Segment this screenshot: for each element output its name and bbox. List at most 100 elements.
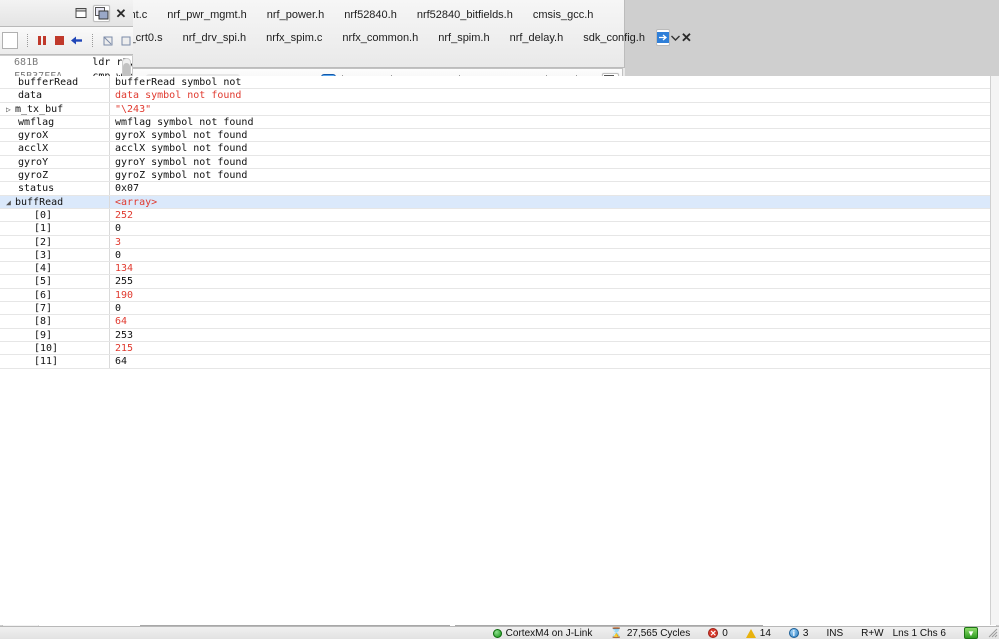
watch-value[interactable]: "\243": [110, 103, 990, 115]
watch-row[interactable]: [5] 255: [0, 275, 990, 289]
watch-value[interactable]: 0: [110, 249, 990, 261]
watch-expression[interactable]: [9]: [0, 328, 110, 341]
watch-expression[interactable]: gyroX: [0, 129, 110, 142]
watch-row[interactable]: wmflag wmflag symbol not found: [0, 115, 990, 130]
tab-nrfx-spim-c[interactable]: nrfx_spim.c: [257, 30, 331, 46]
divider: [26, 34, 28, 47]
watch-value[interactable]: bufferRead symbol not: [110, 76, 990, 88]
watch-row[interactable]: ▷ m_tx_buf "\243": [0, 102, 990, 116]
watch-value[interactable]: 253: [110, 329, 990, 341]
watch-expression[interactable]: [8]: [0, 315, 110, 328]
watch-row[interactable]: gyroY gyroY symbol not found: [0, 155, 990, 170]
watch-row[interactable]: [6] 190: [0, 288, 990, 303]
scroll-down-button[interactable]: ▼: [955, 627, 987, 639]
pause-icon[interactable]: [37, 32, 49, 49]
watch-value[interactable]: <array>: [110, 196, 990, 208]
watch-row[interactable]: [9] 253: [0, 328, 990, 342]
watch-row[interactable]: acclX acclX symbol not found: [0, 142, 990, 156]
stop-icon[interactable]: [53, 32, 65, 49]
watch-expression[interactable]: [0]: [0, 208, 110, 222]
watch-row[interactable]: ◢ buffRead <array>: [0, 195, 990, 209]
tab-nrf52840-bitfields-h[interactable]: nrf52840_bitfields.h: [408, 7, 522, 23]
watch-expression-label: data: [18, 90, 43, 102]
watch-expression[interactable]: [4]: [0, 262, 110, 275]
watch-value[interactable]: gyroX symbol not found: [110, 129, 990, 141]
watch-value[interactable]: 215: [110, 342, 990, 354]
watch-expression[interactable]: ▷ m_tx_buf: [0, 102, 110, 115]
tab-nrf52840-h[interactable]: nrf52840.h: [335, 7, 406, 23]
watch-expression[interactable]: [11]: [0, 355, 110, 368]
watch-row[interactable]: [7] 0: [0, 302, 990, 316]
watch-value[interactable]: gyroY symbol not found: [110, 156, 990, 168]
watch-expression[interactable]: [10]: [0, 341, 110, 355]
tab-nrf-delay-h[interactable]: nrf_delay.h: [501, 30, 573, 46]
watch-expression[interactable]: gyroY: [0, 155, 110, 169]
tab-nrf-power-h[interactable]: nrf_power.h: [258, 7, 333, 23]
resize-grip[interactable]: [987, 627, 999, 639]
watch-row[interactable]: [1] 0: [0, 222, 990, 236]
disassembly-combo[interactable]: [2, 32, 18, 49]
watch-row[interactable]: bufferRead bufferRead symbol not: [0, 76, 990, 90]
watch-expression[interactable]: ◢ buffRead: [0, 195, 110, 208]
watch-row[interactable]: [3] 0: [0, 248, 990, 263]
watch-vertical-scrollbar[interactable]: [990, 76, 999, 625]
watch-expression[interactable]: [5]: [0, 275, 110, 288]
watch-expression[interactable]: [7]: [0, 302, 110, 315]
watch-value[interactable]: 0: [110, 302, 990, 314]
watch-row[interactable]: status 0x07: [0, 182, 990, 196]
watch-row[interactable]: [11] 64: [0, 355, 990, 369]
watch-expression[interactable]: [2]: [0, 235, 110, 248]
watch-value[interactable]: gyroZ symbol not found: [110, 169, 990, 181]
watch-value[interactable]: 0x07: [110, 182, 990, 194]
tab-nrf-spim-h[interactable]: nrf_spim.h: [429, 30, 498, 46]
watch-row[interactable]: [10] 215: [0, 341, 990, 356]
restore-window-icon[interactable]: [73, 5, 90, 22]
watch-row[interactable]: [2] 3: [0, 235, 990, 249]
disassembly-icon[interactable]: [93, 4, 110, 22]
close-tab-icon[interactable]: ✕: [681, 30, 692, 46]
warnings-status[interactable]: 14: [737, 628, 780, 639]
watch-expression[interactable]: wmflag: [0, 115, 110, 129]
watch-value[interactable]: 252: [110, 209, 990, 221]
watch-rows[interactable]: bufferRead bufferRead symbol not data data…: [0, 76, 990, 625]
tab-nrf-pwr-mgmt-h[interactable]: nrf_pwr_mgmt.h: [158, 7, 255, 23]
watch-expression[interactable]: [1]: [0, 222, 110, 235]
watch-value[interactable]: 64: [110, 355, 990, 367]
watch-row[interactable]: data data symbol not found: [0, 89, 990, 103]
watch-expression[interactable]: [3]: [0, 248, 110, 262]
errors-status[interactable]: ✕ 0: [699, 628, 737, 639]
tab-cmsis-gcc-h[interactable]: cmsis_gcc.h: [524, 7, 603, 23]
watch-expression[interactable]: gyroZ: [0, 169, 110, 182]
watch-value[interactable]: acclX symbol not found: [110, 142, 990, 154]
tab-overflow-icon[interactable]: [655, 29, 670, 46]
watch-value[interactable]: 3: [110, 236, 990, 248]
watch-value[interactable]: wmflag symbol not found: [110, 116, 990, 128]
watch-expression[interactable]: data: [0, 89, 110, 102]
reset-icon[interactable]: [70, 32, 83, 49]
collapse-triangle-icon[interactable]: ◢: [6, 196, 15, 208]
watch-value[interactable]: 255: [110, 275, 990, 287]
watch-row[interactable]: [0] 252: [0, 208, 990, 223]
watch-value[interactable]: 190: [110, 289, 990, 301]
tab-sdk-config-h[interactable]: sdk_config.h: [574, 30, 654, 46]
watch-expression[interactable]: status: [0, 182, 110, 195]
watch-expression[interactable]: acclX: [0, 142, 110, 155]
expand-triangle-icon[interactable]: ▷: [6, 103, 15, 115]
watch-value[interactable]: 0: [110, 222, 990, 234]
watch-expression[interactable]: bufferRead: [0, 76, 110, 89]
watch-value[interactable]: 64: [110, 315, 990, 327]
chevron-down-icon[interactable]: [670, 29, 681, 46]
watch-value[interactable]: 134: [110, 262, 990, 274]
tab-nrf-drv-spi-h[interactable]: nrf_drv_spi.h: [174, 30, 256, 46]
watch-row[interactable]: gyroX gyroX symbol not found: [0, 129, 990, 143]
info-status[interactable]: i 3: [780, 628, 818, 639]
watch-row[interactable]: [4] 134: [0, 262, 990, 276]
step-over-icon[interactable]: [102, 32, 115, 49]
close-icon[interactable]: ✕: [113, 5, 129, 21]
watch-expression[interactable]: [6]: [0, 288, 110, 302]
watch-row[interactable]: gyroZ gyroZ symbol not found: [0, 169, 990, 183]
watch-row[interactable]: [8] 64: [0, 315, 990, 329]
step-into-icon[interactable]: [120, 32, 133, 49]
tab-nrfx-common-h[interactable]: nrfx_common.h: [333, 30, 427, 46]
watch-value[interactable]: data symbol not found: [110, 89, 990, 101]
